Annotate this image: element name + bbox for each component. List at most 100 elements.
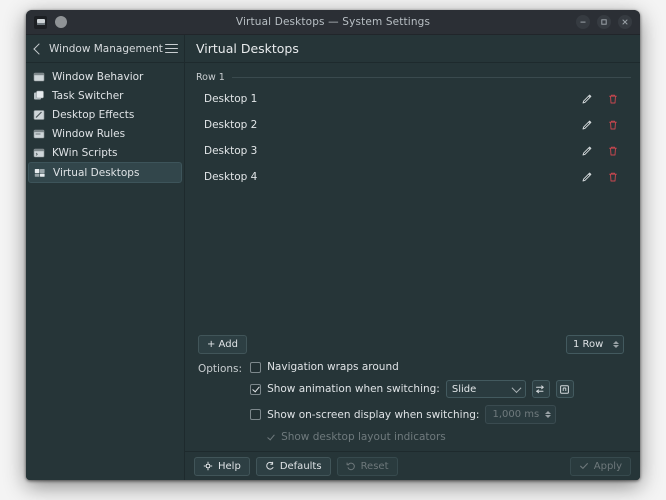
hamburger-menu-icon[interactable] — [165, 43, 178, 54]
settings-window: Virtual Desktops — System Settings Windo… — [26, 10, 640, 480]
pencil-icon[interactable] — [580, 92, 594, 106]
sidebar-item-label: Desktop Effects — [52, 108, 135, 121]
window-titlebar[interactable]: Virtual Desktops — System Settings — [26, 10, 640, 35]
table-row[interactable]: Desktop 2 — [194, 112, 631, 138]
table-row[interactable]: Desktop 1 — [194, 86, 631, 112]
help-icon — [203, 461, 213, 471]
animation-option: Show animation when switching: Slide — [250, 380, 624, 398]
desktop-name: Desktop 3 — [204, 145, 258, 157]
add-row: + Add 1 Row — [194, 335, 631, 354]
pencil-icon[interactable] — [580, 170, 594, 184]
header-bar: Window Management Virtual Desktops — [26, 35, 640, 63]
task-switcher-icon — [33, 90, 45, 102]
chevron-left-icon — [33, 42, 45, 55]
trash-icon[interactable] — [606, 170, 620, 184]
sidebar-item-window-behavior[interactable]: Window Behavior — [28, 67, 182, 86]
row-actions — [580, 92, 627, 106]
table-row[interactable]: Desktop 3 — [194, 138, 631, 164]
navigation-wraps-checkbox[interactable] — [250, 361, 262, 373]
window-rules-icon — [33, 128, 45, 140]
footer-bar: Help Defaults Reset Apply — [185, 451, 640, 480]
sidebar-item-window-rules[interactable]: Window Rules — [28, 124, 182, 143]
add-desktop-button[interactable]: + Add — [198, 335, 247, 354]
window-title: Virtual Desktops — System Settings — [235, 16, 431, 28]
titlebar-window-controls — [576, 15, 634, 29]
animation-select-value: Slide — [451, 383, 477, 395]
trash-icon[interactable] — [606, 92, 620, 106]
sliders-icon[interactable] — [531, 380, 550, 398]
osd-duration-spinner[interactable]: 1,000 ms — [485, 405, 557, 424]
sidebar-item-label: Virtual Desktops — [53, 166, 140, 179]
sidebar-item-label: KWin Scripts — [52, 146, 118, 159]
kwin-scripts-icon — [33, 147, 45, 159]
rows-spinner-value: 1 Row — [573, 339, 604, 350]
desktop-name: Desktop 1 — [204, 93, 258, 105]
show-osd-checkbox[interactable] — [250, 409, 262, 420]
rows-spinner[interactable]: 1 Row — [566, 335, 624, 354]
desktop-name: Desktop 2 — [204, 119, 258, 131]
sidebar-item-label: Window Rules — [52, 127, 126, 140]
apply-button[interactable]: Apply — [569, 456, 631, 476]
row-actions — [580, 170, 627, 184]
desktops-content: Row 1 Desktop 1 Desktop 2 Desktop 3 Desk… — [185, 63, 640, 451]
row-legend-label: Row 1 — [196, 72, 225, 83]
back-button[interactable]: Window Management — [33, 43, 163, 55]
reset-label: Reset — [360, 460, 389, 472]
sidebar-item-kwin-scripts[interactable]: KWin Scripts — [28, 143, 182, 162]
reset-button[interactable]: Reset — [336, 456, 398, 476]
window-icon — [33, 71, 45, 83]
close-icon[interactable] — [618, 15, 632, 29]
reset-icon — [346, 461, 356, 471]
sidebar-item-label: Task Switcher — [52, 89, 124, 102]
sidebar-item-virtual-desktops[interactable]: Virtual Desktops — [28, 162, 182, 183]
defaults-label: Defaults — [279, 460, 322, 472]
sidebar-item-task-switcher[interactable]: Task Switcher — [28, 86, 182, 105]
layout-indicators-checkbox — [267, 433, 276, 442]
show-animation-label: Show animation when switching: — [267, 383, 440, 395]
navigation-wraps-option[interactable]: Navigation wraps around — [250, 361, 624, 373]
titlebar-menu-dot-icon[interactable] — [55, 16, 67, 28]
navigation-wraps-label: Navigation wraps around — [267, 361, 399, 373]
sidebar-item-label: Window Behavior — [52, 70, 144, 83]
table-row[interactable]: Desktop 4 — [194, 164, 631, 190]
row-actions — [580, 118, 627, 132]
spinner-arrows-icon[interactable] — [545, 411, 552, 418]
layout-indicators-label: Show desktop layout indicators — [281, 431, 446, 443]
layout-indicators-option: Show desktop layout indicators — [250, 431, 624, 443]
check-icon — [579, 461, 589, 471]
pencil-icon[interactable] — [580, 118, 594, 132]
defaults-icon — [265, 461, 275, 471]
animation-select[interactable]: Slide — [445, 380, 526, 398]
options-section: Options: Navigation wraps around Show an… — [194, 361, 631, 451]
osd-option: Show on-screen display when switching: 1… — [250, 405, 624, 424]
settings-app-icon — [34, 15, 47, 29]
show-osd-label: Show on-screen display when switching: — [267, 408, 480, 421]
minimize-icon[interactable] — [576, 15, 590, 29]
back-label: Window Management — [49, 42, 163, 55]
show-animation-checkbox[interactable] — [250, 383, 262, 395]
virtual-desktops-icon — [34, 167, 46, 179]
maximize-icon[interactable] — [597, 15, 611, 29]
window-body: Window Behavior Task Switcher Desktop Ef… — [26, 63, 640, 480]
spinner-arrows-icon[interactable] — [613, 341, 619, 348]
main-panel: Row 1 Desktop 1 Desktop 2 Desktop 3 Desk… — [185, 63, 640, 480]
help-label: Help — [218, 460, 241, 472]
desktop-name: Desktop 4 — [204, 171, 258, 183]
trash-icon[interactable] — [606, 118, 620, 132]
trash-icon[interactable] — [606, 144, 620, 158]
sidebar-header: Window Management — [26, 35, 185, 62]
legend-divider — [231, 77, 631, 78]
help-button[interactable]: Help — [194, 456, 250, 476]
options-column: Navigation wraps around Show animation w… — [250, 361, 624, 443]
info-box-icon[interactable] — [555, 380, 574, 398]
pencil-icon[interactable] — [580, 144, 594, 158]
apply-label: Apply — [593, 460, 622, 472]
row-group-legend: Row 1 — [194, 72, 631, 83]
row-actions — [580, 144, 627, 158]
titlebar-left-controls — [32, 15, 67, 29]
sidebar-item-desktop-effects[interactable]: Desktop Effects — [28, 105, 182, 124]
effects-icon — [33, 109, 45, 121]
chevron-down-icon — [511, 382, 522, 393]
defaults-button[interactable]: Defaults — [255, 456, 331, 476]
page-title: Virtual Desktops — [196, 41, 299, 56]
